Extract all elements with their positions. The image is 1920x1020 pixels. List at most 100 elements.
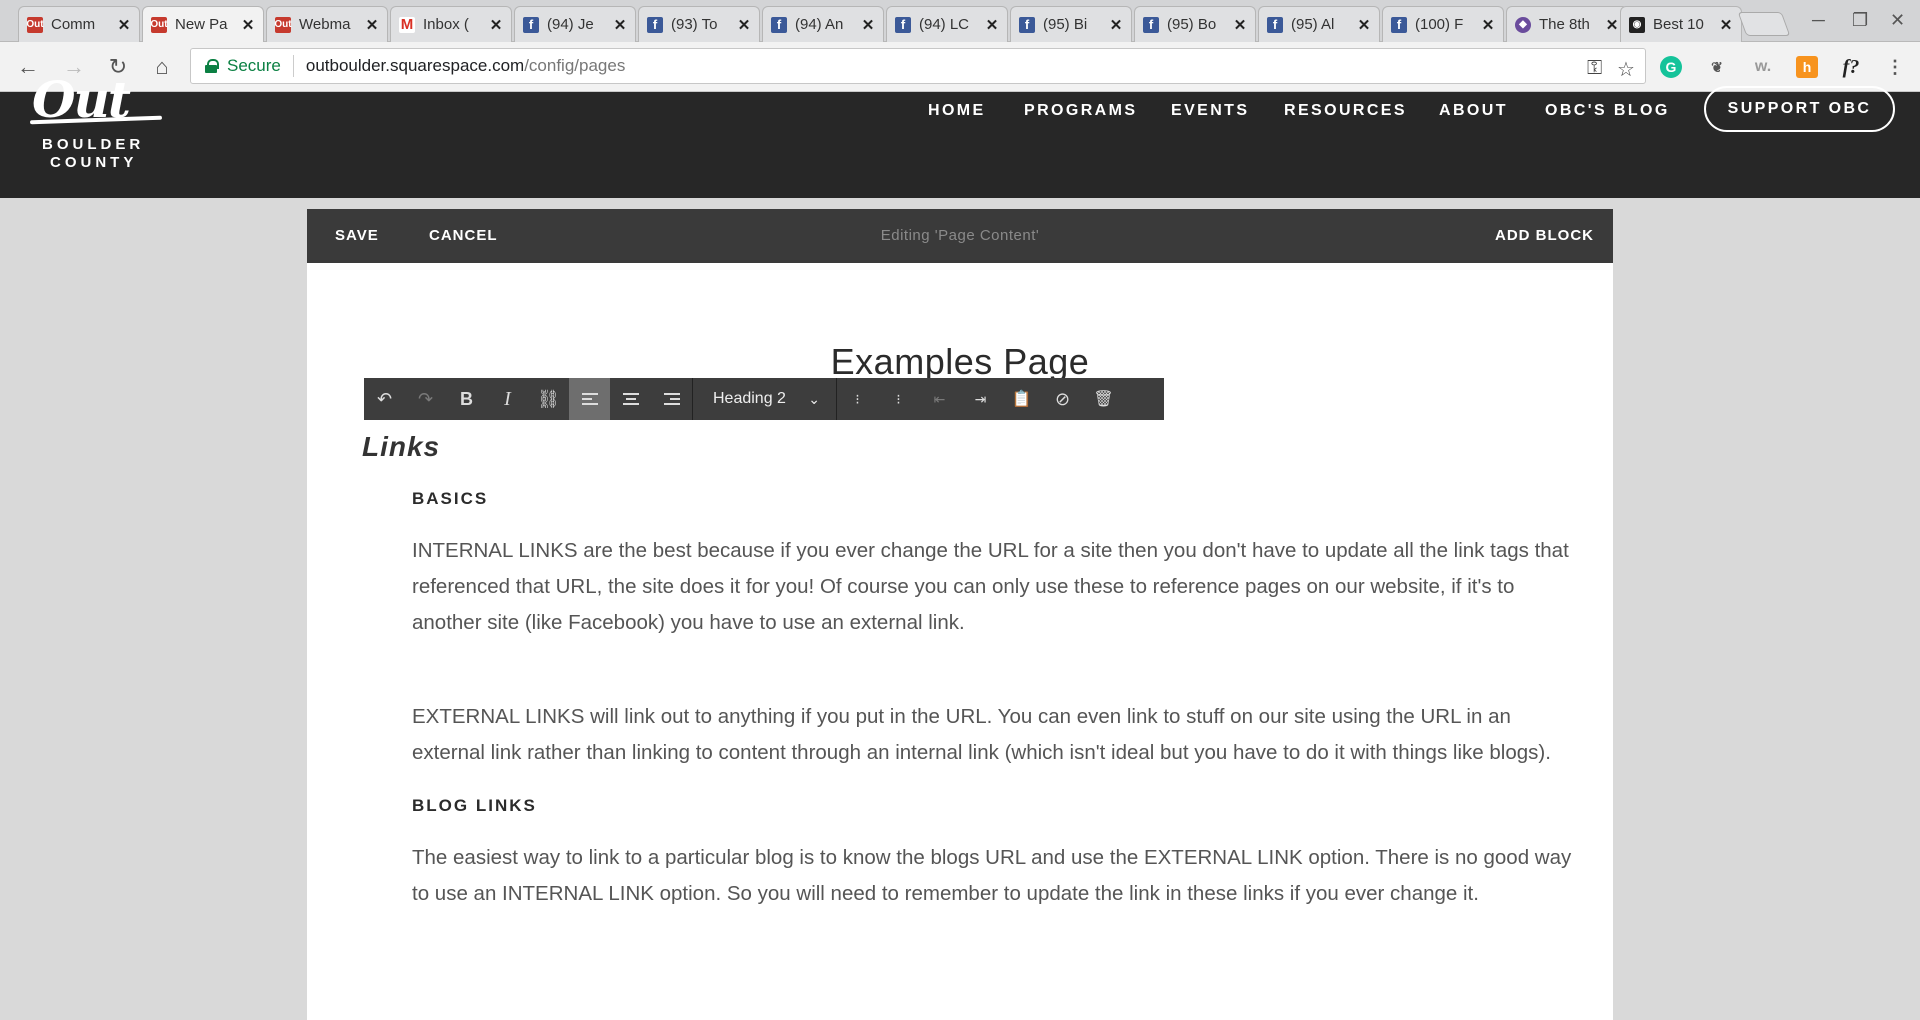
chevron-down-icon: ⌄ <box>808 390 820 407</box>
new-tab-button[interactable] <box>1737 12 1791 36</box>
close-tab-icon[interactable]: ✕ <box>241 16 255 34</box>
site-header: Out BOULDER COUNTY HOME PROGRAMS EVENTS … <box>0 70 1920 198</box>
outdent-icon[interactable]: ⇤ <box>919 378 960 420</box>
close-tab-icon[interactable]: ✕ <box>1357 16 1371 34</box>
close-tab-icon[interactable]: ✕ <box>489 16 503 34</box>
editor-bar: SAVE CANCEL Editing 'Page Content' ADD B… <box>307 209 1613 263</box>
close-tab-icon[interactable]: ✕ <box>861 16 875 34</box>
section-title-basics[interactable]: BASICS <box>412 489 488 509</box>
menu-dots-icon[interactable]: ⋮ <box>1884 56 1906 78</box>
formatting-toolbar: ↶ ↷ B I ⛓ Heading 2 ⌄ ⁝ ⁝ ⇤ ⇥ 📋 ⊘ 🗑 <box>364 378 1164 420</box>
home-icon[interactable]: ⌂ <box>148 54 176 80</box>
align-left-icon[interactable] <box>569 378 610 420</box>
paragraph-external-links[interactable]: EXTERNAL LINKS will link out to anything… <box>412 699 1572 771</box>
browser-toolbar: ← → ↻ ⌂ Secure outboulder.squarespace.co… <box>0 42 1920 92</box>
paragraph-blog-links[interactable]: The easiest way to link to a particular … <box>412 840 1572 912</box>
browser-tab[interactable]: f (95) Al ✕ <box>1258 6 1380 42</box>
close-window-icon[interactable]: ✕ <box>1890 10 1905 31</box>
links-heading[interactable]: Links <box>362 431 440 463</box>
url-host: outboulder.squarespace.com <box>305 56 525 75</box>
minimize-icon[interactable]: ─ <box>1812 10 1825 31</box>
browser-tab[interactable]: f (93) To ✕ <box>638 6 760 42</box>
close-tab-icon[interactable]: ✕ <box>1233 16 1247 34</box>
browser-tab[interactable]: Out Comm ✕ <box>18 6 140 42</box>
grammarly-icon[interactable]: G <box>1660 56 1682 78</box>
site-logo[interactable]: Out BOULDER COUNTY <box>28 70 168 172</box>
whatfont-icon[interactable]: f? <box>1840 56 1862 78</box>
key-icon[interactable]: ⚿ <box>1587 57 1602 80</box>
browser-tab[interactable]: ◉ Best 10 ✕ <box>1620 6 1742 42</box>
out-logo-icon: Out <box>26 16 44 33</box>
page-content: Examples Page Links BASICS INTERNAL LINK… <box>307 263 1613 1020</box>
restore-icon[interactable]: ❐ <box>1852 10 1868 31</box>
browser-tab[interactable]: ◆ The 8th ✕ <box>1506 6 1628 42</box>
browser-tab[interactable]: f (94) LC ✕ <box>886 6 1008 42</box>
facebook-icon: f <box>1019 16 1035 33</box>
indent-icon[interactable]: ⇥ <box>960 378 1001 420</box>
clipboard-icon[interactable]: 📋 <box>1001 378 1042 420</box>
secure-label: Secure <box>227 56 281 75</box>
nav-about[interactable]: ABOUT <box>1439 102 1508 120</box>
align-center-icon[interactable] <box>610 378 651 420</box>
delete-icon[interactable]: 🗑 <box>1083 378 1124 420</box>
close-tab-icon[interactable]: ✕ <box>985 16 999 34</box>
evernote-icon[interactable]: ❦ <box>1706 56 1728 78</box>
numbered-list-icon[interactable]: ⁝ <box>837 378 878 420</box>
honey-icon[interactable]: h <box>1796 56 1818 78</box>
section-title-blog-links[interactable]: BLOG LINKS <box>412 796 537 816</box>
nav-home[interactable]: HOME <box>928 102 986 120</box>
nav-events[interactable]: EVENTS <box>1171 102 1249 120</box>
browser-tab[interactable]: f (94) An ✕ <box>762 6 884 42</box>
bulleted-list-icon[interactable]: ⁝ <box>878 378 919 420</box>
facebook-icon: f <box>1143 16 1159 33</box>
support-obc-button[interactable]: SUPPORT OBC <box>1704 86 1895 132</box>
undo-icon[interactable]: ↶ <box>364 378 405 420</box>
nav-programs[interactable]: PROGRAMS <box>1024 102 1137 120</box>
facebook-icon: f <box>771 16 787 33</box>
logo-line2: COUNTY <box>50 154 138 171</box>
out-logo-icon: Out <box>274 16 292 33</box>
close-tab-icon[interactable]: ✕ <box>365 16 379 34</box>
browser-tab[interactable]: f (100) F ✕ <box>1382 6 1504 42</box>
gmail-icon: M <box>399 16 415 33</box>
italic-icon[interactable]: I <box>487 378 528 420</box>
editing-status: Editing 'Page Content' <box>880 227 1040 244</box>
close-tab-icon[interactable]: ✕ <box>1109 16 1123 34</box>
facebook-icon: f <box>895 16 911 33</box>
url-path: /config/pages <box>524 56 626 75</box>
browser-tab-active[interactable]: Out New Pa ✕ <box>142 6 264 42</box>
facebook-icon: f <box>647 16 663 33</box>
redo-icon[interactable]: ↷ <box>405 378 446 420</box>
paragraph-internal-links[interactable]: INTERNAL LINKS are the best because if y… <box>412 533 1572 641</box>
browser-tab[interactable]: f (95) Bo ✕ <box>1134 6 1256 42</box>
wordtune-icon[interactable]: w. <box>1752 56 1774 78</box>
star-icon[interactable]: ☆ <box>1617 57 1635 82</box>
bold-icon[interactable]: B <box>446 378 487 420</box>
divider <box>292 55 294 77</box>
close-tab-icon[interactable]: ✕ <box>1481 16 1495 34</box>
out-logo-icon: Out <box>150 16 168 33</box>
close-tab-icon[interactable]: ✕ <box>1605 16 1619 34</box>
browser-tab[interactable]: M Inbox (✕ <box>390 6 512 42</box>
address-bar[interactable]: Secure outboulder.squarespace.com/config… <box>190 48 1646 84</box>
the8th-icon: ◆ <box>1515 16 1531 33</box>
facebook-icon: f <box>1267 16 1283 33</box>
close-tab-icon[interactable]: ✕ <box>1719 16 1733 34</box>
nav-blog[interactable]: OBC'S BLOG <box>1545 102 1670 120</box>
nav-resources[interactable]: RESOURCES <box>1284 102 1407 120</box>
browser-tab[interactable]: f (94) Je ✕ <box>514 6 636 42</box>
browser-tab[interactable]: f (95) Bi ✕ <box>1010 6 1132 42</box>
browser-tab[interactable]: Out Webma ✕ <box>266 6 388 42</box>
add-block-button[interactable]: ADD BLOCK <box>1495 227 1594 244</box>
link-icon[interactable]: ⛓ <box>528 378 569 420</box>
close-tab-icon[interactable]: ✕ <box>117 16 131 34</box>
page-title[interactable]: Examples Page <box>307 341 1613 383</box>
clear-format-icon[interactable]: ⊘ <box>1042 378 1083 420</box>
block-format-value: Heading 2 <box>713 390 786 407</box>
align-right-icon[interactable] <box>651 378 692 420</box>
logo-line1: BOULDER <box>42 136 145 153</box>
close-tab-icon[interactable]: ✕ <box>613 16 627 34</box>
browser-tab-strip: Out Comm ✕ Out New Pa ✕ Out Webma ✕ M Inbox (✕ … <box>0 0 1920 42</box>
close-tab-icon[interactable]: ✕ <box>737 16 751 34</box>
block-format-select[interactable]: Heading 2 ⌄ <box>693 378 836 420</box>
